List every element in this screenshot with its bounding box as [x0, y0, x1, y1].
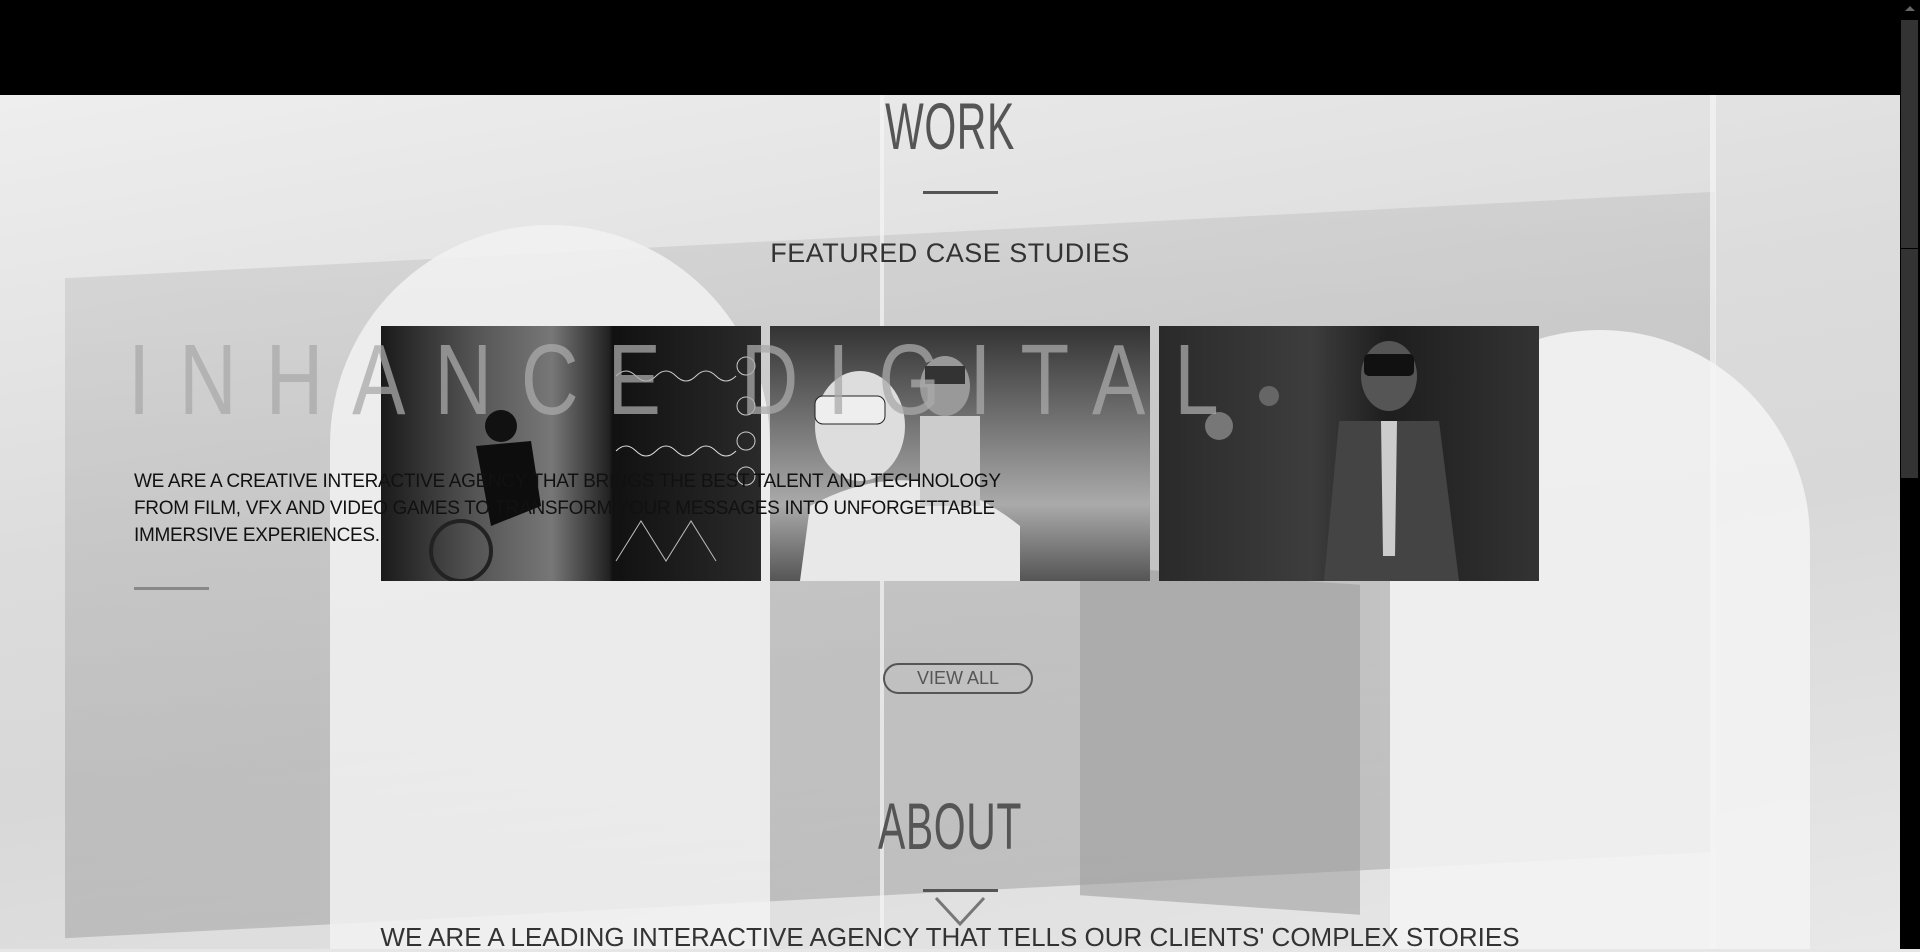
scroll-up-arrow-icon[interactable]: [1905, 6, 1915, 11]
scrollbar-thumb[interactable]: [1901, 20, 1918, 249]
work-section-title: WORK: [885, 89, 1015, 163]
about-section-title: ABOUT: [877, 789, 1023, 863]
featured-case-studies-heading: FEATURED CASE STUDIES: [770, 238, 1130, 268]
work-title-divider: [923, 191, 998, 194]
brand-wordmark: INHANCE DIGITAL: [128, 324, 1248, 436]
description-divider: [134, 587, 209, 590]
scrollbar[interactable]: [1900, 0, 1920, 949]
top-header-bar: [0, 0, 1900, 95]
view-all-button[interactable]: VIEW ALL: [883, 663, 1033, 694]
about-title-divider: [923, 889, 998, 892]
about-intro-text: WE ARE A LEADING INTERACTIVE AGENCY THAT…: [380, 922, 1520, 952]
agency-description: WE ARE A CREATIVE INTERACTIVE AGENCY THA…: [134, 471, 1001, 546]
